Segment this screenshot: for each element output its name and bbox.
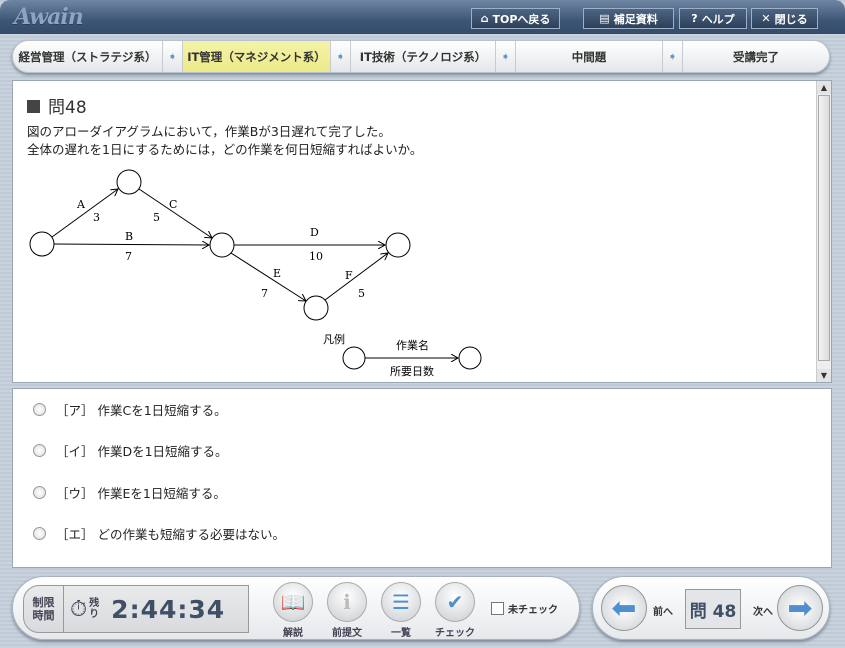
document-icon: ▤	[599, 12, 610, 25]
edge-days: 7	[261, 287, 268, 300]
remain-label: 残り	[89, 598, 100, 620]
list-button[interactable]: ☰ 一覧	[379, 582, 423, 639]
question-number: 問 48	[685, 589, 741, 629]
crumb-technology[interactable]: IT技術（テクノロジ系）	[351, 41, 496, 72]
next-button[interactable]: ➡	[777, 585, 823, 631]
scroll-down-icon[interactable]: ▼	[817, 369, 831, 382]
node-3	[209, 232, 235, 258]
edge-days: 3	[93, 211, 100, 224]
radio-button[interactable]	[33, 527, 46, 540]
edge-b	[53, 244, 209, 245]
prev-button[interactable]: ⬅	[601, 585, 647, 631]
arrow-left-icon: ⬅	[611, 590, 637, 626]
edge-label: F	[345, 269, 353, 282]
option-a[interactable]: ［ア］ 作業Cを1日短縮する。	[33, 400, 227, 419]
scrollbar[interactable]: ▲ ▼	[816, 81, 831, 382]
option-u[interactable]: ［ウ］ 作業Eを1日短縮する。	[33, 483, 226, 502]
edge-label: D	[310, 226, 319, 239]
arrow-diagram: A3 B7 C5 D10 E7 F5 凡例 作業名 所要日数	[29, 169, 482, 378]
node-4	[385, 232, 411, 258]
prev-label: 前へ	[653, 607, 673, 618]
arrow-right-icon: ➧	[496, 41, 516, 72]
edge-label: A	[76, 198, 86, 211]
arrow-right-icon: ➧	[663, 41, 683, 72]
edge-days: 5	[358, 287, 365, 300]
checkbox[interactable]	[491, 602, 504, 615]
home-icon: ⌂	[480, 12, 489, 25]
radio-button[interactable]	[33, 403, 46, 416]
unchecked-toggle[interactable]: 未チェック	[491, 601, 558, 616]
breadcrumb: 経営管理（ストラテジ系） ➧ IT管理（マネジメント系） ➧ IT技術（テクノロ…	[12, 40, 830, 73]
arrow-right-icon: ➡	[787, 590, 813, 626]
edge-a	[51, 189, 118, 238]
check-button[interactable]: ✔ チェック	[433, 582, 477, 639]
premise-button[interactable]: ℹ 前提文	[325, 582, 369, 639]
edge-c	[138, 188, 212, 238]
info-icon: ℹ	[327, 582, 367, 622]
crumb-middle[interactable]: 中間題	[516, 41, 663, 72]
edge-e	[230, 252, 306, 301]
limit-label: 制限時間	[24, 586, 64, 632]
crumb-management[interactable]: IT管理（マネジメント系）	[183, 41, 331, 72]
question-nav: ⬅ 前へ 問 48 次へ ➡	[592, 576, 830, 640]
radio-button[interactable]	[33, 486, 46, 499]
answer-panel: ［ア］ 作業Cを1日短縮する。 ［イ］ 作業Dを1日短縮する。 ［ウ］ 作業Eを…	[12, 388, 832, 568]
edge-days: 10	[309, 250, 323, 263]
node-5	[303, 295, 329, 321]
radio-button[interactable]	[33, 444, 46, 457]
question-panel: 問48 図のアローダイアグラムにおいて，作業Bが3日遅れて完了した。 全体の遅れを…	[12, 80, 832, 383]
header-bar: Awain ⌂ TOPへ戻る ▤ 補足資料 ? ヘルプ ✕ 閉じる	[0, 0, 845, 34]
arrow-right-icon: ➧	[163, 41, 183, 72]
legend-node	[458, 346, 482, 370]
option-e[interactable]: ［エ］ どの作業も短縮する必要はない。	[33, 524, 285, 543]
footer-toolbar: 制限時間 ⏱ 残り 2:44:34 📖 解説 ℹ 前提文 ☰ 一覧 ✔ チェック 未チェ…	[12, 576, 580, 640]
stopwatch-icon: ⏱	[70, 596, 88, 622]
question-icon: ?	[691, 12, 698, 25]
legend-node	[342, 346, 366, 370]
edge-f	[324, 253, 388, 301]
book-icon: 📖	[273, 582, 313, 622]
help-button[interactable]: ? ヘルプ	[679, 8, 747, 29]
checkmark-icon: ✔	[435, 582, 475, 622]
edge-label: B	[125, 230, 133, 243]
edge-label: E	[273, 267, 281, 280]
edge-label: C	[169, 198, 177, 211]
arrow-right-icon: ➧	[331, 41, 351, 72]
timer: 制限時間 ⏱ 残り 2:44:34	[23, 585, 249, 633]
scroll-up-icon[interactable]: ▲	[817, 81, 831, 94]
logo: Awain	[14, 4, 84, 30]
node-2	[116, 169, 142, 195]
scroll-thumb[interactable]	[818, 95, 830, 361]
top-button[interactable]: ⌂ TOPへ戻る	[471, 8, 560, 29]
edge-days: 7	[125, 250, 132, 263]
crumb-complete[interactable]: 受講完了	[683, 41, 829, 72]
supplement-button[interactable]: ▤ 補足資料	[583, 8, 674, 29]
close-icon: ✕	[761, 12, 771, 25]
edge-days: 5	[153, 211, 160, 224]
explain-button[interactable]: 📖 解説	[271, 582, 315, 639]
list-icon: ☰	[381, 582, 421, 622]
legend-top: 作業名	[396, 338, 429, 352]
node-1	[29, 231, 55, 257]
close-button[interactable]: ✕ 閉じる	[751, 8, 818, 29]
legend-title: 凡例	[323, 332, 345, 346]
crumb-strategy[interactable]: 経営管理（ストラテジ系）	[13, 41, 163, 72]
next-label: 次へ	[753, 607, 773, 618]
option-i[interactable]: ［イ］ 作業Dを1日短縮する。	[33, 441, 228, 460]
time-remaining: 2:44:34	[111, 594, 226, 624]
legend-bottom: 所要日数	[390, 365, 434, 378]
